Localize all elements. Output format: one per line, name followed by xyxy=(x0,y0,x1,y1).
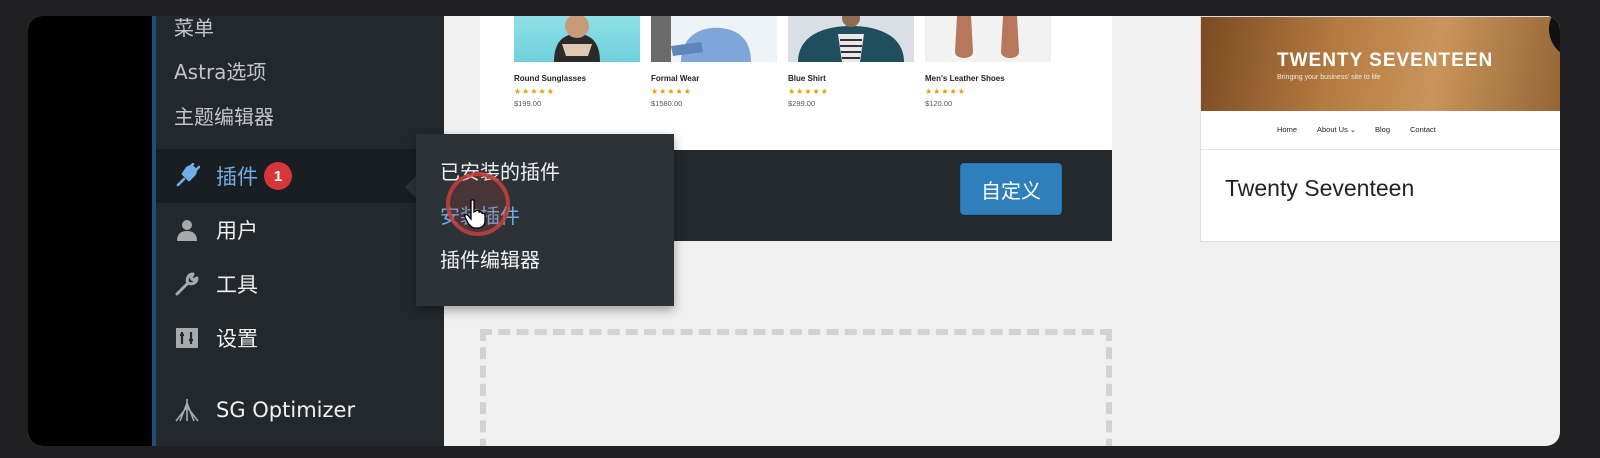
product-rating-stars: ★★★★★ xyxy=(788,87,829,96)
sidebar-item-settings[interactable]: 设置 xyxy=(156,311,444,365)
wrench-icon xyxy=(172,269,202,299)
product-price: $120.00 xyxy=(925,99,953,108)
left-black-area xyxy=(28,16,152,446)
nav-item: Home xyxy=(1277,125,1298,134)
add-new-theme-placeholder[interactable] xyxy=(480,329,1112,446)
sidebar-item-sg-optimizer[interactable]: SG Optimizer xyxy=(156,383,444,437)
sidebar-item-label: 用户 xyxy=(216,219,258,243)
product-price: $1580.00 xyxy=(651,99,683,108)
user-icon xyxy=(172,215,202,245)
admin-sidebar: 菜单 Astra选项 主题编辑器 插件 1 用户 工具 设置 SG Optimi… xyxy=(156,16,444,446)
sidebar-item-plugins[interactable]: 插件 1 xyxy=(156,149,444,203)
product-name: Men's Leather Shoes xyxy=(925,74,1005,83)
product-name: Blue Shirt xyxy=(788,74,826,83)
product-card: Formal Wear ★★★★★ $1580.00 xyxy=(651,16,777,108)
nav-item: Contact xyxy=(1410,125,1436,134)
sidebar-item-tools[interactable]: 工具 xyxy=(156,257,444,311)
sidebar-item-label: 工具 xyxy=(216,273,258,297)
hero-subtitle: Bringing your business' site to life xyxy=(1277,74,1381,81)
flyout-pointer xyxy=(405,176,416,198)
hero-title: TWENTY SEVENTEEN xyxy=(1277,50,1494,71)
customize-button[interactable]: 自定义 xyxy=(960,163,1062,215)
product-image xyxy=(514,16,640,62)
product-image xyxy=(651,16,777,62)
theme-screenshot-hero: TWENTY SEVENTEEN Bringing your business'… xyxy=(1201,16,1560,111)
flyout-item-plugin-editor[interactable]: 插件编辑器 xyxy=(440,244,540,273)
sidebar-item-users[interactable]: 用户 xyxy=(156,203,444,257)
settings-icon xyxy=(172,323,202,353)
product-price: $299.00 xyxy=(788,99,816,108)
theme-name: Twenty Seventeen xyxy=(1225,175,1415,201)
product-name: Round Sunglasses xyxy=(514,74,587,83)
nav-item: Blog xyxy=(1375,125,1391,134)
product-card: Men's Leather Shoes ★★★★★ $120.00 xyxy=(925,16,1051,108)
sg-optimizer-icon xyxy=(172,395,202,425)
sidebar-item-label: SG Optimizer xyxy=(216,398,356,422)
sidebar-item-label: 插件 xyxy=(216,165,258,189)
theme-preview-nav: Home About Us ⌄ Blog Contact xyxy=(1201,111,1560,150)
screen-frame: 菜单 Astra选项 主题编辑器 插件 1 用户 工具 设置 SG Optimi… xyxy=(28,16,1560,446)
lamp-image xyxy=(1549,16,1560,59)
product-card: Blue Shirt ★★★★★ $299.00 xyxy=(788,16,914,108)
product-name: Formal Wear xyxy=(651,74,700,83)
sidebar-subitem-label: Astra选项 xyxy=(174,59,267,84)
product-rating-stars: ★★★★★ xyxy=(514,87,555,96)
sidebar-subitem-label: 主题编辑器 xyxy=(174,104,274,129)
product-image xyxy=(788,16,914,62)
nav-item: About Us ⌄ xyxy=(1317,125,1357,134)
hand-cursor-icon xyxy=(464,199,486,229)
sidebar-subitem-label: 菜单 xyxy=(174,16,214,40)
sidebar-item-label: 设置 xyxy=(216,327,258,351)
product-image xyxy=(925,16,1051,62)
product-card: Round Sunglasses ★★★★★ $199.00 xyxy=(514,16,640,108)
plugin-icon xyxy=(172,161,202,191)
theme-card-twenty-seventeen[interactable]: TWENTY SEVENTEEN Bringing your business'… xyxy=(1200,16,1560,242)
product-rating-stars: ★★★★★ xyxy=(925,87,966,96)
plugin-update-badge: 1 xyxy=(264,162,292,190)
product-price: $199.00 xyxy=(514,99,542,108)
product-rating-stars: ★★★★★ xyxy=(651,87,692,96)
